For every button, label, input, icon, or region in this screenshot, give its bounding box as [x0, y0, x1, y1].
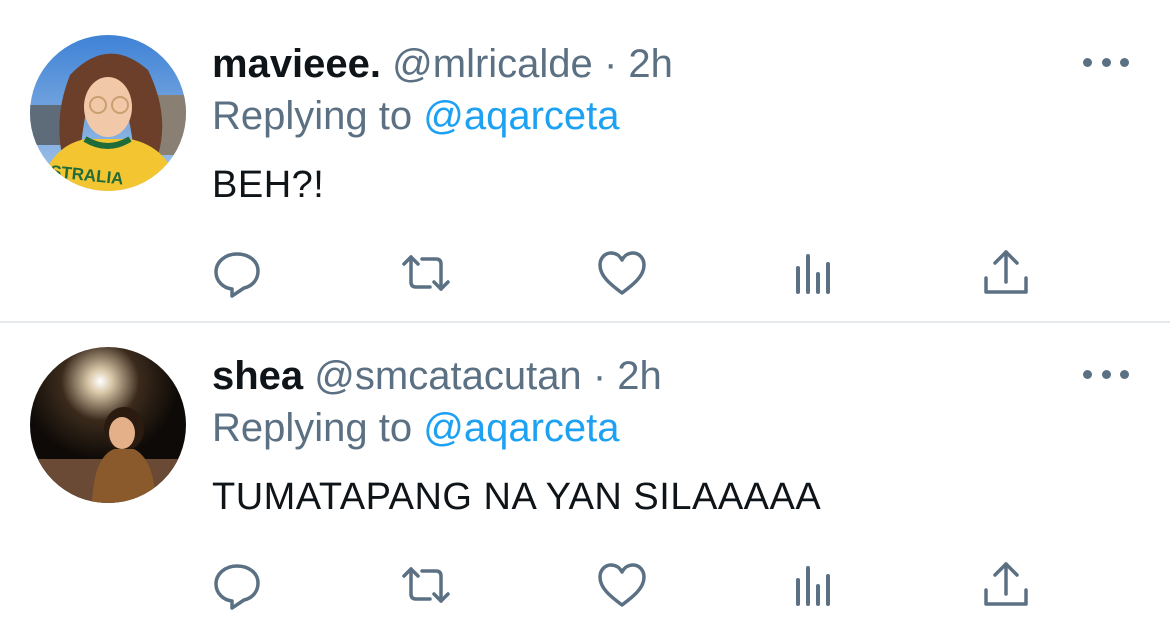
- separator-dot: ·: [592, 354, 607, 398]
- reply-icon: [214, 564, 260, 610]
- retweet-icon: [402, 255, 450, 291]
- more-options-button[interactable]: [1083, 50, 1129, 74]
- analytics-button[interactable]: [787, 560, 839, 610]
- tweet[interactable]: STRALIA mavieee. @mlricalde · 2h Replyin…: [0, 0, 1170, 312]
- reply-icon: [214, 252, 260, 298]
- analytics-icon: [796, 566, 830, 606]
- share-button[interactable]: [980, 248, 1032, 298]
- retweet-button[interactable]: [400, 248, 452, 298]
- tweet-header: mavieee. @mlricalde · 2h: [212, 40, 673, 88]
- like-button[interactable]: [596, 560, 648, 610]
- avatar-image: STRALIA: [30, 35, 186, 191]
- share-icon: [984, 562, 1028, 606]
- share-icon: [984, 250, 1028, 294]
- mention-link[interactable]: @aqarceta: [423, 406, 619, 450]
- replying-to-label: Replying to: [212, 94, 413, 138]
- retweet-icon: [402, 567, 450, 603]
- user-handle[interactable]: @smcatacutan: [314, 354, 581, 398]
- tweet-header: shea @smcatacutan · 2h: [212, 352, 662, 400]
- like-button[interactable]: [596, 248, 648, 298]
- replying-to-label: Replying to: [212, 406, 413, 450]
- replying-to-line: Replying to @aqarceta: [212, 404, 620, 452]
- analytics-icon: [796, 254, 830, 294]
- more-icon: [1083, 57, 1092, 67]
- user-handle[interactable]: @mlricalde: [392, 42, 593, 86]
- timestamp[interactable]: 2h: [628, 42, 673, 86]
- share-button[interactable]: [980, 560, 1032, 610]
- replying-to-line: Replying to @aqarceta: [212, 92, 620, 140]
- mention-link[interactable]: @aqarceta: [423, 94, 619, 138]
- reply-button[interactable]: [211, 248, 263, 298]
- heart-icon: [598, 251, 646, 295]
- more-options-button[interactable]: [1083, 362, 1129, 386]
- more-icon: [1083, 369, 1092, 379]
- retweet-button[interactable]: [400, 560, 452, 610]
- avatar-image: [30, 347, 186, 503]
- heart-icon: [598, 563, 646, 607]
- analytics-button[interactable]: [787, 248, 839, 298]
- separator-dot: ·: [603, 42, 618, 86]
- timestamp[interactable]: 2h: [617, 354, 662, 398]
- reply-button[interactable]: [211, 560, 263, 610]
- tweet[interactable]: shea @smcatacutan · 2h Replying to @aqar…: [0, 312, 1170, 624]
- avatar[interactable]: STRALIA: [30, 35, 186, 191]
- display-name[interactable]: mavieee.: [212, 42, 381, 86]
- tweet-text: BEH?!: [212, 164, 325, 206]
- display-name[interactable]: shea: [212, 354, 303, 398]
- tweet-text: TUMATAPANG NA YAN SILAAAAA: [212, 476, 822, 518]
- avatar[interactable]: [30, 347, 186, 503]
